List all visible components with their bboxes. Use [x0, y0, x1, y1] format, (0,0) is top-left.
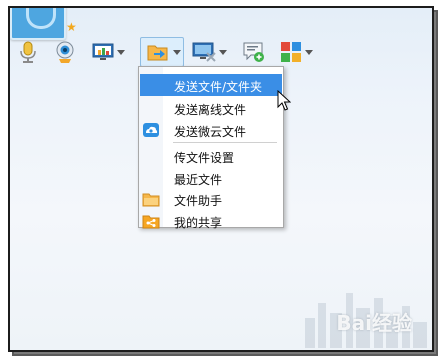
menu-separator [173, 142, 277, 143]
chevron-down-icon[interactable] [219, 49, 227, 55]
send-file-menu: 发送文件/文件夹 发送离线文件 发送微云文件 传文件设置 最近文件 文件助手 我… [138, 66, 284, 230]
menu-item-label: 最近文件 [174, 173, 223, 187]
menu-item-my-share[interactable]: 我的共享 [140, 210, 282, 232]
apps-icon [281, 42, 301, 62]
chat-toolbar [10, 37, 432, 68]
send-file-button[interactable] [140, 37, 184, 67]
menu-item-label: 发送文件/文件夹 [174, 80, 263, 94]
share-folder-icon [142, 215, 160, 229]
chevron-down-icon[interactable] [173, 49, 181, 55]
screen-share-button[interactable] [92, 38, 130, 66]
microphone-icon[interactable] [18, 38, 40, 66]
menu-item-label: 文件助手 [174, 194, 223, 208]
menu-item-label: 我的共享 [174, 216, 223, 230]
add-chat-icon[interactable] [242, 38, 266, 66]
mouse-cursor-icon [277, 90, 291, 111]
menu-item-send-offline-file[interactable]: 发送离线文件 [140, 97, 282, 119]
watermark: Bai经验 [336, 311, 412, 335]
screen-share-icon [92, 43, 114, 60]
menu-item-recent-files[interactable]: 最近文件 [140, 167, 282, 189]
chevron-down-icon[interactable] [305, 49, 313, 55]
camera-icon[interactable] [54, 38, 76, 66]
apps-button[interactable] [280, 38, 316, 66]
star-icon[interactable]: ★ [66, 20, 77, 34]
menu-item-label: 发送离线文件 [174, 103, 247, 117]
chevron-down-icon[interactable] [117, 49, 125, 55]
menu-item-file-assistant[interactable]: 文件助手 [140, 188, 282, 210]
menu-item-label: 传文件设置 [174, 151, 235, 165]
menu-item-send-weiyun-file[interactable]: 发送微云文件 [140, 119, 282, 141]
remote-desktop-button[interactable] [192, 38, 232, 66]
remote-desktop-icon [192, 42, 216, 62]
send-file-icon [147, 45, 168, 61]
menu-item-transfer-settings[interactable]: 传文件设置 [140, 145, 282, 167]
menu-item-send-file-folder[interactable]: 发送文件/文件夹 [140, 74, 282, 96]
weiyun-cloud-icon [143, 123, 159, 137]
folder-icon [142, 193, 160, 207]
menu-item-label: 发送微云文件 [174, 125, 247, 139]
avatar[interactable] [10, 8, 66, 40]
